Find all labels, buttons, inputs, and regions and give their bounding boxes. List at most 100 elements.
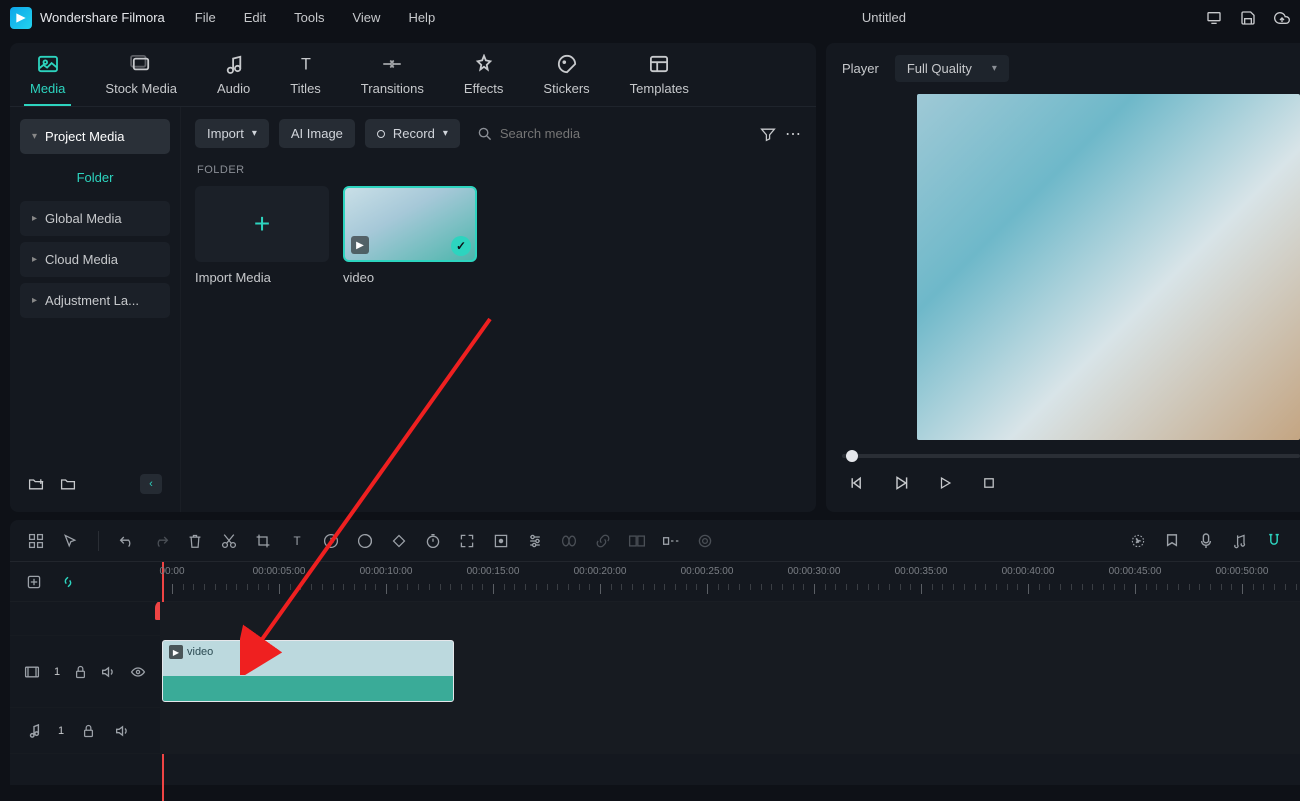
snap-icon[interactable] [1264, 531, 1284, 551]
more-icon[interactable]: ⋯ [786, 126, 802, 142]
video-thumb[interactable]: ▶ ✓ [343, 186, 477, 262]
media-label: Import Media [195, 270, 329, 285]
timeline-tracks: 1 ▶ video 1 [10, 602, 1300, 785]
media-item-video[interactable]: ▶ ✓ video [343, 186, 477, 285]
pointer-icon[interactable] [60, 531, 80, 551]
lock-icon[interactable] [78, 721, 98, 741]
magnet-icon[interactable] [58, 572, 78, 592]
mixer-icon[interactable] [1230, 531, 1250, 551]
marker-add-icon[interactable] [1162, 531, 1182, 551]
add-track-icon[interactable] [24, 572, 44, 592]
tab-label: Transitions [361, 81, 424, 96]
sidebar-item-project-media[interactable]: ▾ Project Media [20, 119, 170, 154]
app-logo [10, 7, 32, 29]
title-bar: Wondershare Filmora File Edit Tools View… [0, 0, 1300, 35]
tab-titles[interactable]: T Titles [290, 53, 321, 106]
delete-icon[interactable] [185, 531, 205, 551]
audio-track-content[interactable] [160, 708, 1300, 753]
display-icon[interactable] [1206, 10, 1222, 26]
mask-icon[interactable] [559, 531, 579, 551]
tab-audio[interactable]: Audio [217, 53, 250, 106]
tab-label: Titles [290, 81, 321, 96]
sidebar-folder[interactable]: Folder [20, 160, 170, 195]
record-button[interactable]: Record ▾ [365, 119, 460, 148]
media-icon [37, 53, 59, 75]
import-media-tile[interactable]: + Import Media [195, 186, 329, 285]
chevron-right-icon: ▸ [32, 213, 37, 224]
import-button[interactable]: Import ▾ [195, 119, 269, 148]
stop-button[interactable] [980, 474, 998, 492]
sidebar-item-global-media[interactable]: ▸ Global Media [20, 201, 170, 236]
chevron-down-icon: ▾ [252, 128, 257, 139]
undo-icon[interactable] [117, 531, 137, 551]
folder-icon[interactable] [60, 476, 76, 492]
keyframe-icon[interactable] [389, 531, 409, 551]
quality-select[interactable]: Full Quality ▾ [895, 55, 1009, 82]
ai-image-button[interactable]: AI Image [279, 119, 355, 148]
search-input[interactable] [500, 126, 742, 141]
video-clip[interactable]: ▶ video [162, 640, 454, 702]
tab-media[interactable]: Media [30, 53, 65, 106]
timer-icon[interactable] [423, 531, 443, 551]
video-preview[interactable] [917, 94, 1300, 440]
sidebar-item-cloud-media[interactable]: ▸ Cloud Media [20, 242, 170, 277]
tab-templates[interactable]: Templates [630, 53, 689, 106]
effects-icon [473, 53, 495, 75]
menu-file[interactable]: File [195, 10, 216, 25]
titles-icon: T [295, 53, 317, 75]
plus-icon: + [254, 208, 270, 240]
visibility-icon[interactable] [130, 662, 146, 682]
tab-transitions[interactable]: Transitions [361, 53, 424, 106]
save-icon[interactable] [1240, 10, 1256, 26]
play-badge-icon: ▶ [351, 236, 369, 254]
menu-edit[interactable]: Edit [244, 10, 266, 25]
audio-sync-icon[interactable] [695, 531, 715, 551]
new-folder-icon[interactable] [28, 476, 44, 492]
play-button[interactable] [936, 474, 954, 492]
import-thumb[interactable]: + [195, 186, 329, 262]
tab-effects[interactable]: Effects [464, 53, 504, 106]
color-icon[interactable] [355, 531, 375, 551]
tracking-icon[interactable] [491, 531, 511, 551]
text-icon[interactable]: T [287, 531, 307, 551]
ruler-tick-label: 00:00:10:00 [360, 566, 413, 577]
video-track-content[interactable]: ▶ video [160, 636, 1300, 707]
voiceover-icon[interactable] [1196, 531, 1216, 551]
menu-tools[interactable]: Tools [294, 10, 324, 25]
menu-view[interactable]: View [352, 10, 380, 25]
markers-icon[interactable] [661, 531, 681, 551]
crop-icon[interactable] [253, 531, 273, 551]
adjust-icon[interactable] [525, 531, 545, 551]
timeline-ruler[interactable]: 00:0000:00:05:0000:00:10:0000:00:15:0000… [160, 562, 1300, 601]
tab-stock-media[interactable]: Stock Media [105, 53, 177, 106]
filter-icon[interactable] [760, 126, 776, 142]
redo-icon[interactable] [151, 531, 171, 551]
ruler-tick-label: 00:00:20:00 [574, 566, 627, 577]
render-icon[interactable] [1128, 531, 1148, 551]
expand-icon[interactable] [457, 531, 477, 551]
cut-icon[interactable] [219, 531, 239, 551]
chevron-right-icon: ▸ [32, 254, 37, 265]
grid-icon[interactable] [26, 531, 46, 551]
record-label: Record [393, 126, 435, 141]
mute-icon[interactable] [112, 721, 132, 741]
lock-icon[interactable] [74, 662, 87, 682]
ruler-tick-label: 00:00 [159, 566, 184, 577]
play-pause-button[interactable] [892, 474, 910, 492]
prev-frame-button[interactable] [848, 474, 866, 492]
link-icon[interactable] [593, 531, 613, 551]
progress-knob[interactable] [846, 450, 858, 462]
mute-icon[interactable] [101, 662, 116, 682]
menu-help[interactable]: Help [408, 10, 435, 25]
sidebar-item-adjustment-layer[interactable]: ▸ Adjustment La... [20, 283, 170, 318]
player-progress[interactable] [842, 454, 1300, 458]
tab-stickers[interactable]: Stickers [543, 53, 589, 106]
speed-icon[interactable] [321, 531, 341, 551]
cloud-icon[interactable] [1274, 10, 1290, 26]
chevron-down-icon: ▾ [992, 63, 997, 74]
group-icon[interactable] [627, 531, 647, 551]
chevron-down-icon: ▾ [443, 128, 448, 139]
sidebar-item-label: Global Media [45, 211, 122, 226]
tab-label: Media [30, 81, 65, 96]
collapse-sidebar-button[interactable]: ‹ [140, 474, 162, 494]
